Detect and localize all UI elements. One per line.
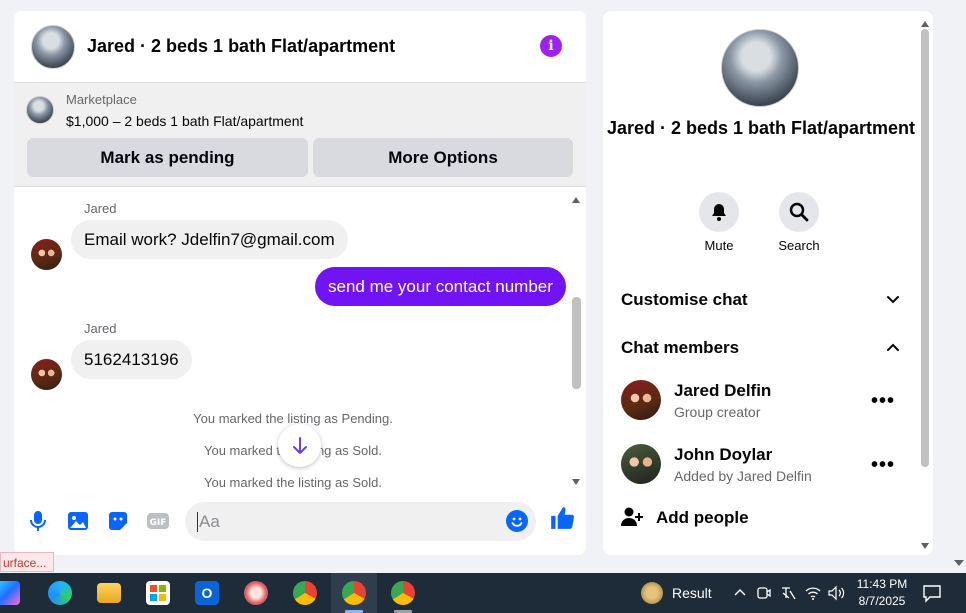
chat-header: Jared · 2 beds 1 bath Flat/apartment i bbox=[14, 11, 586, 83]
microphone-icon[interactable] bbox=[26, 509, 50, 533]
member-name: John Doylar bbox=[674, 445, 773, 464]
chrome-profile-icon[interactable] bbox=[391, 581, 415, 605]
chat-panel: Jared · 2 beds 1 bath Flat/apartment i M… bbox=[14, 11, 586, 555]
scroll-to-bottom-button[interactable] bbox=[278, 424, 321, 467]
notification-icon[interactable] bbox=[922, 583, 942, 603]
edge-browser-icon[interactable] bbox=[48, 581, 72, 605]
more-icon[interactable]: ••• bbox=[871, 454, 895, 477]
message-scrollbar[interactable] bbox=[572, 197, 581, 485]
clock[interactable]: 11:43 PM 8/7/2025 bbox=[840, 576, 924, 610]
listing-price[interactable]: $1,000 – 2 beds 1 bath Flat/apartment bbox=[66, 113, 303, 129]
info-scrollbar[interactable] bbox=[921, 21, 929, 549]
weather-icon[interactable] bbox=[641, 582, 663, 604]
info-panel: Jared · 2 beds 1 bath Flat/apartment Mut… bbox=[603, 11, 933, 555]
chrome-profile-icon[interactable] bbox=[342, 581, 366, 605]
wifi-icon[interactable] bbox=[805, 585, 821, 601]
more-icon[interactable]: ••• bbox=[871, 390, 895, 413]
add-person-icon bbox=[621, 507, 643, 526]
smile-face-icon bbox=[511, 517, 523, 527]
sender-name: Jared bbox=[84, 321, 117, 336]
tooltip: urface... bbox=[0, 552, 54, 572]
chat-title[interactable]: Jared · 2 beds 1 bath Flat/apartment bbox=[87, 36, 395, 57]
customise-chat-row[interactable]: Customise chat bbox=[621, 290, 748, 310]
chevron-up-icon[interactable] bbox=[734, 587, 746, 599]
file-explorer-icon[interactable] bbox=[97, 583, 121, 603]
scroll-up-arrow[interactable] bbox=[572, 197, 580, 203]
image-icon[interactable] bbox=[66, 509, 90, 533]
scroll-thumb[interactable] bbox=[921, 29, 929, 467]
svg-text:GIF: GIF bbox=[150, 518, 167, 528]
marketplace-label: Marketplace bbox=[66, 92, 137, 107]
bell-icon bbox=[712, 204, 726, 221]
chevron-down-icon[interactable] bbox=[886, 293, 900, 307]
avatar[interactable] bbox=[31, 359, 62, 390]
member-row[interactable]: John Doylar Added by Jared Delfin ••• bbox=[621, 444, 911, 488]
copilot-icon[interactable] bbox=[0, 581, 20, 605]
listing-thumbnail[interactable] bbox=[26, 96, 54, 124]
clock-time: 11:43 PM bbox=[856, 577, 908, 591]
chat-members-row[interactable]: Chat members bbox=[621, 338, 739, 358]
composer: GIF Aa bbox=[14, 495, 586, 547]
avatar[interactable] bbox=[621, 380, 661, 420]
group-avatar[interactable] bbox=[721, 29, 799, 107]
chevron-up-icon[interactable] bbox=[886, 340, 900, 354]
message-bubble[interactable]: 5162413196 bbox=[71, 340, 192, 379]
message-list: Jared Email work? Jdelfin7@gmail.com sen… bbox=[14, 189, 586, 490]
avatar[interactable] bbox=[621, 444, 661, 484]
message-placeholder: Aa bbox=[197, 512, 220, 532]
mark-as-pending-button[interactable]: Mark as pending bbox=[27, 138, 308, 177]
scroll-down-arrow[interactable] bbox=[921, 543, 929, 549]
search-label: Search bbox=[778, 238, 820, 253]
paint-icon[interactable] bbox=[244, 581, 268, 605]
message-bubble[interactable]: Email work? Jdelfin7@gmail.com bbox=[71, 220, 348, 259]
store-icon[interactable] bbox=[146, 581, 170, 605]
mute-button[interactable] bbox=[699, 192, 739, 232]
emoji-icon[interactable] bbox=[506, 510, 528, 532]
more-options-button[interactable]: More Options bbox=[313, 138, 573, 177]
member-role: Added by Jared Delfin bbox=[674, 468, 812, 484]
mute-label: Mute bbox=[704, 238, 734, 253]
meet-now-icon[interactable] bbox=[757, 585, 771, 601]
scroll-thumb[interactable] bbox=[572, 297, 581, 389]
scroll-up-arrow[interactable] bbox=[921, 21, 929, 27]
message-bubble[interactable]: send me your contact number bbox=[315, 267, 566, 306]
scroll-down-arrow[interactable] bbox=[572, 479, 580, 485]
member-row[interactable]: Jared Delfin Group creator ••• bbox=[621, 380, 911, 424]
clock-date: 8/7/2025 bbox=[858, 594, 906, 608]
search-icon bbox=[789, 202, 809, 222]
avatar[interactable] bbox=[31, 239, 62, 270]
taskbar: O Result 11:43 PM 8/7/2025 bbox=[0, 573, 966, 613]
sender-name: Jared bbox=[84, 201, 117, 216]
outlook-icon[interactable]: O bbox=[195, 581, 219, 605]
add-people-label: Add people bbox=[656, 508, 749, 527]
marketplace-banner: Marketplace $1,000 – 2 beds 1 bath Flat/… bbox=[14, 83, 586, 187]
message-input[interactable]: Aa bbox=[185, 502, 536, 541]
member-role: Group creator bbox=[674, 404, 761, 420]
arrow-down-icon bbox=[292, 436, 307, 454]
language-icon[interactable] bbox=[780, 585, 796, 601]
info-title: Jared · 2 beds 1 bath Flat/apartment bbox=[606, 118, 916, 138]
search-button[interactable] bbox=[779, 192, 819, 232]
page-scroll-down-arrow[interactable] bbox=[954, 560, 964, 566]
sticker-icon[interactable] bbox=[106, 509, 130, 533]
system-message: You marked the listing as Sold. bbox=[203, 475, 382, 490]
add-people-button[interactable]: Add people bbox=[621, 505, 821, 531]
gif-icon[interactable]: GIF bbox=[146, 509, 170, 533]
chrome-icon[interactable] bbox=[293, 581, 317, 605]
info-icon[interactable]: i bbox=[540, 35, 562, 57]
member-name: Jared Delfin bbox=[674, 381, 772, 400]
thumbs-up-icon[interactable] bbox=[549, 505, 575, 531]
chat-avatar[interactable] bbox=[31, 24, 75, 69]
weather-text[interactable]: Result bbox=[672, 585, 712, 601]
